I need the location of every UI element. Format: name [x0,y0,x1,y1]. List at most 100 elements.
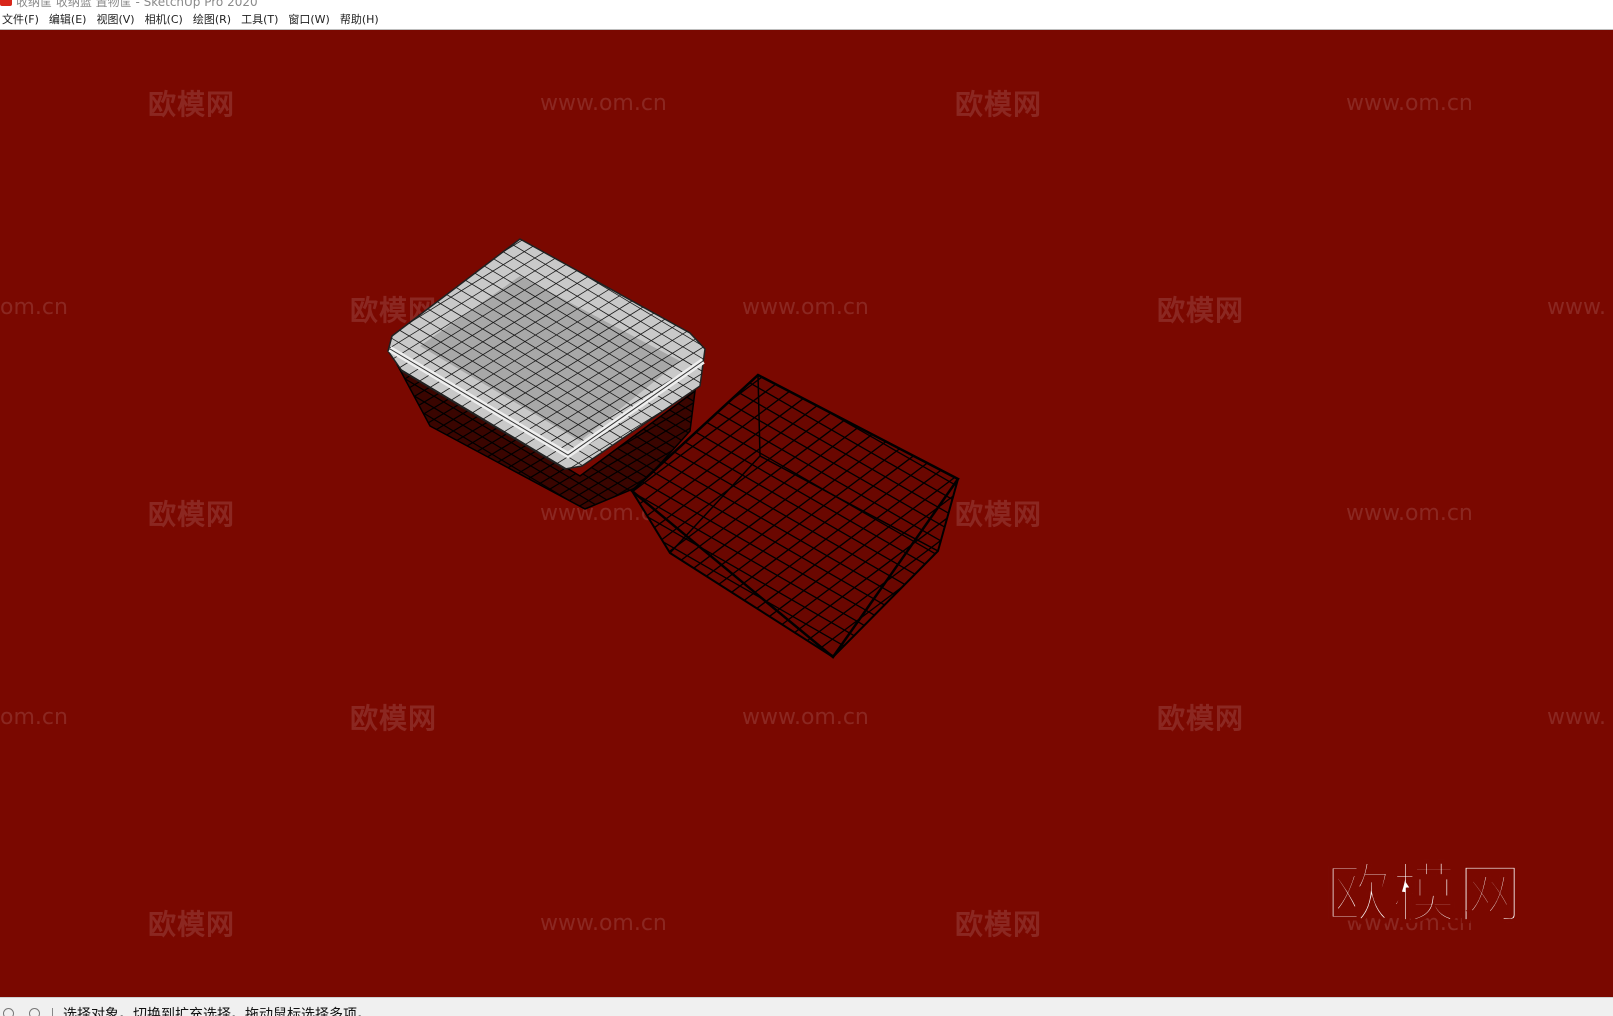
status-divider [52,1008,53,1016]
mesh-line [151,31,651,238]
mesh-line [398,482,651,509]
model-viewport[interactable]: 欧模网 www.om.cn 欧模网 www.om.cn om.cn 欧模网 ww… [0,31,1613,997]
menu-view[interactable]: 视图(V) [93,10,141,30]
mesh-line [111,31,611,172]
menu-bar: 文件(F) 编辑(E) 视图(V) 相机(C) 绘图(R) 工具(T) 窗口(W… [0,10,1613,30]
mesh-line [388,461,629,469]
mesh-line [472,31,972,201]
mesh-line [94,31,594,144]
menu-draw[interactable]: 绘图(R) [190,10,238,30]
mesh-line [792,648,958,657]
mesh-line [134,31,634,210]
mesh-line [431,239,705,267]
mesh-line [466,31,966,210]
mesh-line [388,239,698,314]
mesh-line [398,491,646,509]
mesh-line [111,490,611,790]
mesh-line [489,31,989,172]
mesh-line [230,517,630,757]
mesh-line [500,31,1000,154]
mesh-line [388,239,663,257]
mesh-line [442,239,705,248]
mesh-line [477,31,977,191]
mesh-line [418,674,818,904]
mesh-line [517,31,1017,126]
mesh-line [437,239,705,257]
title-bar: 收纳筐 收纳篮 置物筐 - SketchUp Pro 2020 [0,0,1613,10]
mesh-line [789,36,1189,266]
mesh-line [411,686,811,916]
info-icon[interactable] [3,1007,14,1016]
mesh-line [200,569,600,809]
mesh-line [88,527,588,827]
mesh-line [100,31,600,154]
mesh-line [726,144,1126,374]
mesh-line [106,499,606,799]
mesh-line [784,636,958,657]
window-title: 收纳筐 收纳篮 置物筐 - SketchUp Pro 2020 [16,0,258,9]
mesh-line [767,614,958,657]
menu-window[interactable]: 窗口(W) [285,10,336,30]
mesh-line [388,239,669,267]
menu-tools[interactable]: 工具(T) [238,10,285,30]
mesh-line [796,31,1196,254]
mesh-line [802,660,1202,960]
mesh-line [398,473,656,509]
mesh-line [460,31,960,219]
mesh-line [388,423,652,469]
mesh-line [388,239,692,304]
mesh-line [704,375,958,411]
mesh-line [454,31,954,229]
mesh-line [94,518,594,818]
sketchup-app-icon[interactable] [0,0,12,6]
mesh-line [205,560,605,800]
mesh-line [768,72,1168,302]
mesh-line [810,31,1210,230]
mesh-line [632,637,840,657]
mesh-line [77,31,577,116]
mesh-line [711,375,958,399]
mesh-line [747,108,1147,338]
menu-file[interactable]: 文件(F) [0,10,46,30]
mesh-line [117,480,617,780]
mesh-line [425,662,825,892]
mesh-line [449,31,949,238]
mesh-line [419,239,705,285]
omodel-logo-watermark: 欧模网 [1325,857,1524,933]
menu-edit[interactable]: 编辑(E) [46,10,94,30]
mesh-line [733,132,1133,362]
mesh-line [483,31,983,182]
mesh-line [425,239,705,276]
mesh-line [220,535,620,775]
help-icon[interactable] [29,1007,40,1016]
menu-camera[interactable]: 相机(C) [142,10,190,30]
mesh-line [225,526,625,766]
mesh-line [529,31,1029,107]
mesh-line [210,552,610,792]
mesh-line [818,682,1218,982]
menu-help[interactable]: 帮助(H) [337,10,386,30]
mesh-line [761,84,1161,314]
mesh-line [398,508,636,509]
mesh-line [523,31,1023,116]
status-bar: 选择对象。切换到扩充选择。拖动鼠标选择多项。 [0,997,1613,1016]
status-text: 选择对象。切换到扩充选择。拖动鼠标选择多项。 [63,1007,371,1016]
mesh-line [83,31,583,126]
mesh-line [506,31,1006,144]
mesh-line [852,727,1252,997]
mesh-line [827,693,1227,993]
mesh-line [388,239,658,248]
mesh-line [835,705,1235,997]
mesh-line [775,60,1175,290]
mesh-line [632,625,847,657]
mesh-line [128,31,628,201]
mesh-line [397,710,797,940]
empty-wire-basket [397,31,1252,997]
mesh-line [404,698,804,928]
mesh-line [388,239,675,276]
mesh-line [398,499,641,509]
mesh-line [100,508,600,808]
mesh-line [754,96,1154,326]
mesh-line [632,649,833,657]
mesh-line [117,31,617,182]
